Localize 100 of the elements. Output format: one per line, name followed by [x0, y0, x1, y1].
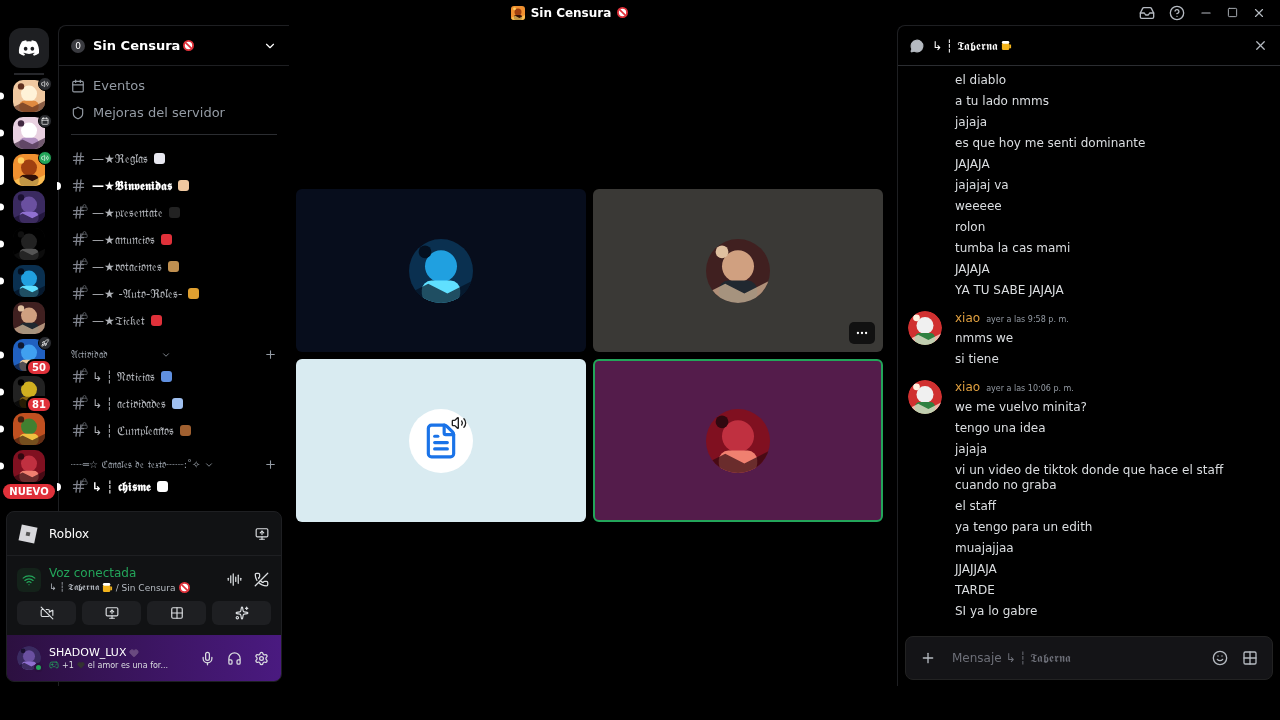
channel-item[interactable]: —★𝕭𝖎𝖓𝖛𝖊𝖓𝖎𝖉𝖆𝖘 — [59, 172, 289, 199]
server-header[interactable]: 0 Sin Censura — [59, 26, 289, 66]
channel-item[interactable]: —★𝔞𝔫𝔲𝔫𝔠𝔦𝔬𝔰 — [59, 226, 289, 253]
video-tile[interactable] — [296, 189, 586, 352]
channel-item[interactable]: ↳ ┆ 𝖈𝖍𝖎𝖘𝖒𝖊 — [59, 473, 289, 500]
emoji-icon — [160, 234, 172, 245]
message-text: jajajaj va — [955, 177, 1010, 194]
heart-icon — [76, 661, 85, 669]
video-tile[interactable] — [296, 359, 586, 522]
emoji-icon — [150, 315, 162, 326]
more-button[interactable] — [849, 322, 875, 344]
message-input[interactable]: Mensaje ↳ ┆ 𝕿𝖆𝖇𝖊𝖗𝖓𝖆 — [950, 650, 1198, 666]
channel-item[interactable]: —★𝔳𝔬𝔱𝔞𝔠𝔦𝔬𝔫𝔢𝔰 — [59, 253, 289, 280]
channel-item[interactable]: —★ -𝔄𝔲𝔱𝔬-ℜ𝔬𝔩𝔢𝔰- — [59, 280, 289, 307]
audio-button[interactable] — [225, 570, 244, 589]
channel-name: ↳ ┆ ℭ𝔲𝔪𝔭𝔩𝔢𝔞𝔫̃𝔬𝔰 — [92, 423, 175, 438]
message-text: el diablo — [955, 72, 1008, 89]
channel-item[interactable]: ↳ ┆ ℭ𝔲𝔪𝔭𝔩𝔢𝔞𝔫̃𝔬𝔰 — [59, 417, 289, 444]
emoji-icon — [156, 481, 168, 492]
message-text: nmms we — [955, 330, 1015, 347]
server-icon[interactable] — [13, 376, 45, 408]
message-text: rolon — [955, 219, 987, 236]
speaker-icon — [38, 77, 52, 91]
maximize-icon[interactable] — [1227, 7, 1238, 18]
message-text: vi un video de tiktok donde que hace el staff cuando no graba — [955, 462, 1225, 494]
headphones-icon — [227, 650, 242, 666]
emoji-icon[interactable] — [1212, 650, 1228, 666]
hash-icon — [71, 259, 86, 274]
hash-icon — [71, 423, 86, 438]
channel-name: —★ -𝔄𝔲𝔱𝔬-ℜ𝔬𝔩𝔢𝔰- — [92, 286, 183, 301]
beer-icon — [101, 582, 113, 593]
message-text: TARDE — [955, 582, 996, 599]
menu-item[interactable]: Eventos — [59, 72, 289, 99]
message-author[interactable]: xiao — [955, 311, 981, 325]
server-icon[interactable] — [13, 413, 45, 445]
activities-button[interactable] — [147, 601, 206, 625]
channel-item[interactable]: —★𝔗𝔦𝔠𝔨𝔢𝔱 — [59, 307, 289, 334]
server-icon[interactable] — [13, 80, 45, 112]
soundboard-button[interactable] — [212, 601, 271, 625]
apps-icon[interactable] — [1242, 650, 1258, 666]
hash-icon — [71, 313, 86, 328]
channel-item[interactable]: —★ℜ𝔢𝔤𝔩𝔞𝔰 — [59, 145, 289, 172]
channel-name: ↳ ┆ 𝔞𝔠𝔱𝔦𝔳𝔦𝔡𝔞𝔡𝔢𝔰 — [92, 396, 166, 411]
category-name[interactable]: ┈┈═☆ ℭ𝔞𝔫𝔞𝔩𝔢𝔰 𝔡𝔢 𝔱𝔢𝔵𝔱𝔬┈┈┈:˚✧ — [71, 458, 201, 471]
video-tile[interactable] — [593, 189, 883, 352]
grid-icon — [169, 606, 184, 620]
channel-item[interactable]: ↳ ┆ 𝔞𝔠𝔱𝔦𝔳𝔦𝔡𝔞𝔡𝔢𝔰 — [59, 390, 289, 417]
menu-item[interactable]: Mejoras del servidor — [59, 99, 289, 126]
channel-name: —★ℜ𝔢𝔤𝔩𝔞𝔰 — [92, 151, 148, 166]
calendar-icon — [38, 114, 52, 128]
message-text: JAJAJA — [955, 261, 991, 278]
message-text: JAJAJA — [955, 156, 991, 173]
roblox-logo — [17, 522, 39, 545]
channel-name: ↳ ┆ 𝔑𝔬𝔱𝔦𝔠𝔦𝔞𝔰 — [92, 369, 155, 384]
share-screen-button[interactable] — [82, 601, 141, 625]
message-text: muajajjaa — [955, 540, 1015, 557]
message-text: jajaja — [955, 441, 989, 458]
message-text: si tiene — [955, 351, 1000, 368]
hash-icon — [71, 286, 86, 301]
thread-icon — [910, 38, 924, 53]
hash-icon — [71, 205, 86, 220]
channel-name: ↳ ┆ 𝖈𝖍𝖎𝖘𝖒𝖊 — [92, 479, 151, 494]
disconnect-button[interactable] — [252, 570, 271, 589]
custom-status: el amor es una for... — [87, 660, 169, 670]
message-text: es que hoy me senti dominante — [955, 135, 1147, 152]
server-icon[interactable] — [13, 265, 45, 297]
server-icon[interactable] — [13, 154, 45, 186]
message-time: ayer a las 9:58 p. m. — [986, 315, 1069, 324]
channel-item[interactable]: ↳ ┆ 𝔑𝔬𝔱𝔦𝔠𝔦𝔞𝔰 — [59, 363, 289, 390]
category-name[interactable]: 𝔄𝔠𝔱𝔦𝔳𝔦𝔡𝔞𝔡 — [71, 348, 157, 361]
server-icon[interactable] — [13, 117, 45, 149]
message-text: SI ya lo gabre — [955, 603, 1039, 620]
monitor-icon — [255, 526, 269, 541]
server-icon[interactable] — [13, 450, 45, 482]
voice-server: / Sin Censura — [115, 582, 176, 593]
voice-channel[interactable]: ↳ ┆ 𝕿𝖆𝖇𝖊𝖗𝖓𝖆 — [49, 582, 99, 593]
prohibited-icon — [178, 582, 190, 593]
channel-name: —★𝔞𝔫𝔲𝔫𝔠𝔦𝔬𝔰 — [92, 232, 155, 247]
inbox-icon[interactable] — [1139, 4, 1155, 21]
add-icon[interactable] — [264, 348, 277, 361]
window-title: Sin Censura — [530, 5, 612, 20]
emoji-icon — [167, 261, 179, 272]
hash-icon — [71, 151, 86, 166]
channel-name: —★𝔳𝔬𝔱𝔞𝔠𝔦𝔬𝔫𝔢𝔰 — [92, 259, 162, 274]
help-icon[interactable] — [1169, 4, 1185, 21]
channel-name: —★𝔗𝔦𝔠𝔨𝔢𝔱 — [92, 313, 145, 328]
camera-button[interactable] — [17, 601, 76, 625]
message-text: tengo una idea — [955, 420, 1047, 437]
video-tile[interactable] — [593, 359, 883, 522]
add-icon[interactable] — [920, 650, 936, 666]
home-button[interactable] — [9, 28, 49, 68]
rocket-icon — [38, 336, 52, 350]
message-author[interactable]: xiao — [955, 380, 981, 394]
channel-item[interactable]: —★𝔭𝔯𝔢𝔰𝔢𝔫𝔱𝔞𝔱𝔢 — [59, 199, 289, 226]
server-icon[interactable] — [13, 302, 45, 334]
add-icon[interactable] — [264, 458, 277, 471]
phone-icon — [254, 572, 269, 587]
close-icon[interactable] — [1253, 38, 1268, 53]
signal-icon — [17, 567, 41, 592]
message-text: a tu lado nmms — [955, 93, 1050, 110]
